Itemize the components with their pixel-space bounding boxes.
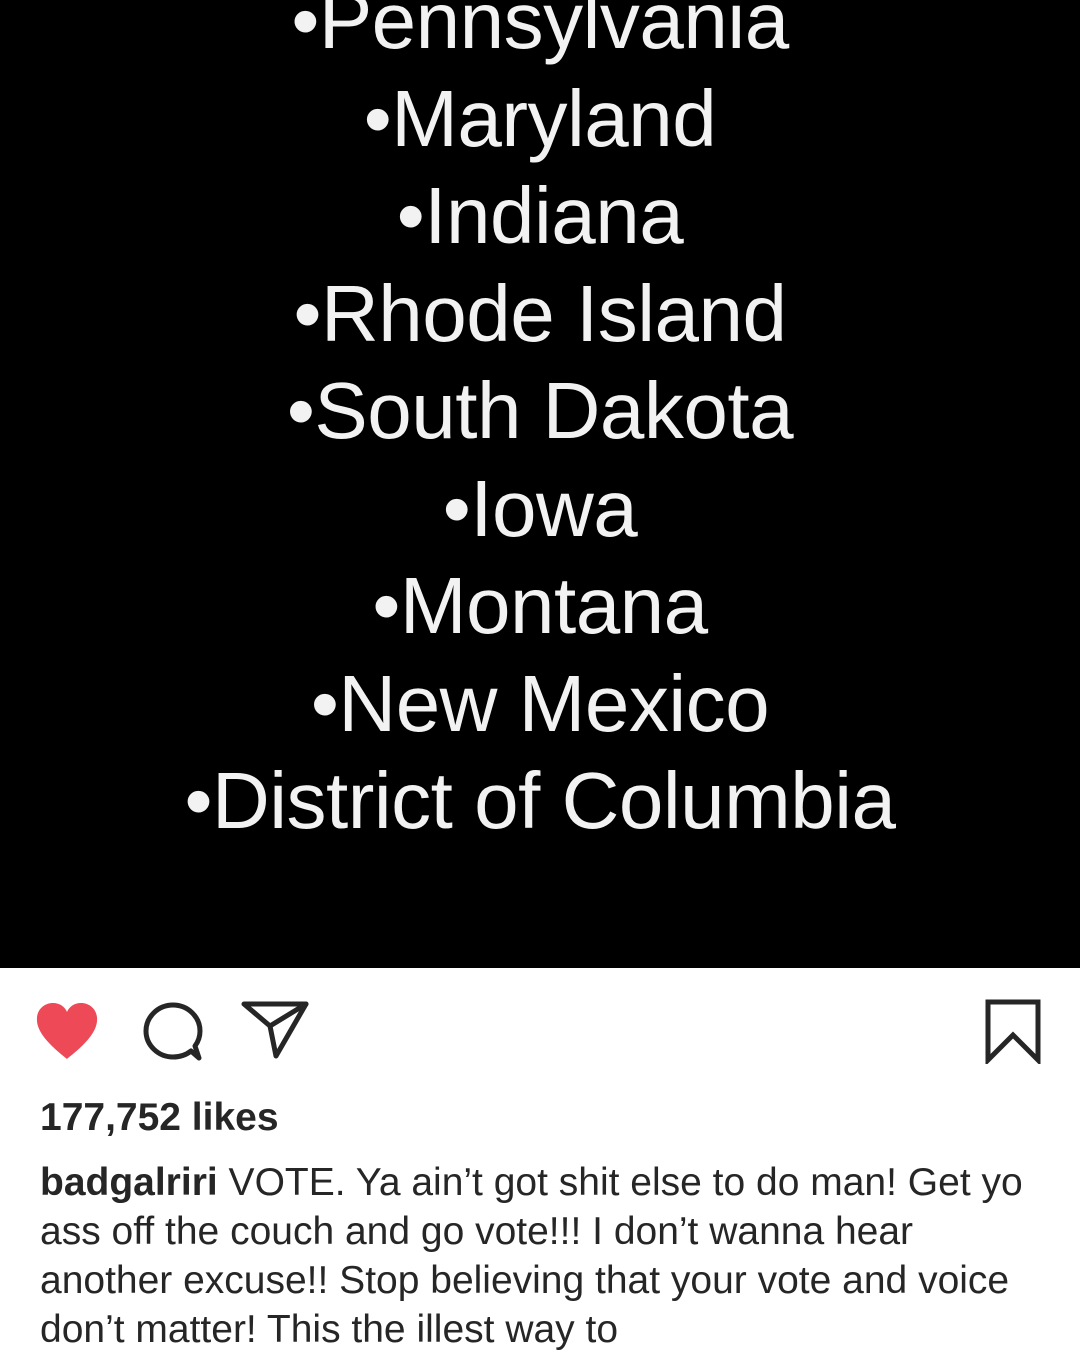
list-item: •New Mexico: [310, 658, 770, 748]
bookmark-icon[interactable]: [984, 998, 1042, 1064]
comment-icon[interactable]: [141, 1000, 205, 1064]
list-item: •Pennsylvania: [291, 0, 789, 65]
list-item: •District of Columbia: [184, 756, 896, 845]
list-item: •Indiana: [396, 171, 684, 260]
list-item: •South Dakota: [286, 366, 794, 455]
action-bar: [0, 968, 1080, 1088]
heart-icon[interactable]: [34, 1001, 100, 1061]
state-list: •Pennsylvania •Maryland •Indiana •Rhode …: [0, 0, 1080, 850]
post-image: •Pennsylvania •Maryland •Indiana •Rhode …: [0, 0, 1080, 968]
list-item: •Iowa: [442, 463, 638, 553]
caption-username[interactable]: badgalriri: [40, 1161, 218, 1204]
likes-count[interactable]: 177,752 likes: [40, 1092, 279, 1144]
list-item: •Maryland: [363, 73, 717, 163]
list-item: •Montana: [372, 561, 708, 650]
list-item: •Rhode Island: [293, 268, 787, 358]
caption: badgalriri VOTE. Ya ain’t got shit else …: [40, 1158, 1050, 1354]
share-icon[interactable]: [240, 998, 310, 1060]
